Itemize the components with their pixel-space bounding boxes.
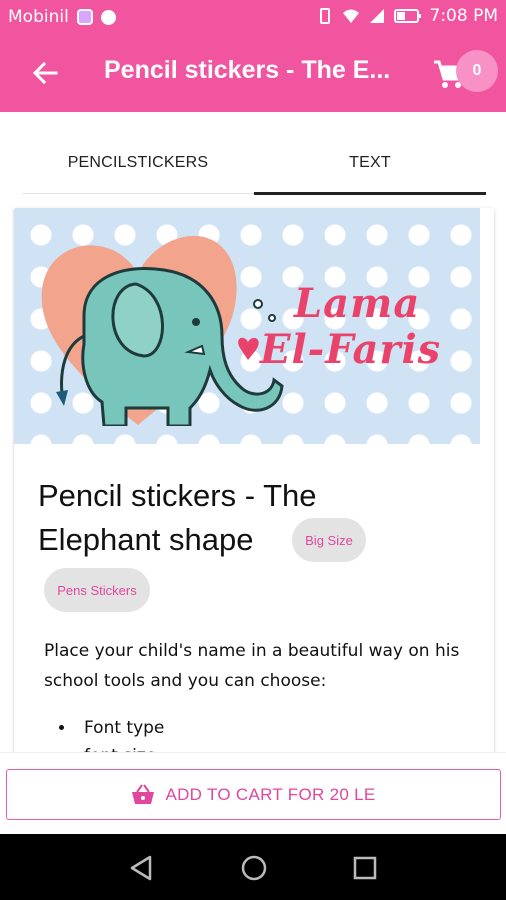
add-to-cart-button[interactable]: ADD TO CART FOR 20 LE — [6, 769, 501, 820]
app-bar: Pencil stickers - The E... 0 — [0, 36, 506, 112]
battery-icon — [393, 9, 421, 23]
bottom-bar: ADD TO CART FOR 20 LE — [0, 752, 506, 834]
product-card: Lama El-Faris Pencil stickers - The Elep… — [14, 208, 494, 768]
nav-home-icon[interactable] — [240, 854, 268, 882]
cart-count-badge[interactable]: 0 — [456, 50, 498, 92]
vibrate-icon — [319, 8, 330, 24]
banner-name-line1: Lama — [294, 280, 421, 327]
nav-back-icon[interactable] — [128, 854, 156, 882]
nav-recents-icon[interactable] — [353, 856, 377, 880]
whatsapp-notification-icon — [100, 9, 116, 25]
basket-icon — [132, 783, 155, 804]
page-title: Pencil stickers - The E... — [104, 56, 391, 84]
elephant-illustration — [56, 267, 284, 426]
product-description: Place your child's name in a beautiful w… — [44, 641, 460, 691]
system-navigation-bar — [0, 834, 506, 900]
signal-icon — [369, 9, 384, 23]
product-image: Lama El-Faris — [14, 208, 480, 444]
list-item: Font type — [76, 714, 164, 742]
wifi-icon — [342, 9, 359, 23]
chip-big-size[interactable]: Big Size — [292, 518, 366, 562]
tab-text[interactable]: TEXT — [254, 140, 486, 195]
add-to-cart-label: ADD TO CART FOR 20 LE — [165, 784, 376, 804]
tab-pencilstickers[interactable]: PENCILSTICKERS — [22, 140, 254, 194]
clock: 7:08 PM — [429, 6, 499, 26]
messenger-notification-icon — [76, 9, 93, 25]
back-arrow-icon[interactable] — [28, 56, 62, 90]
banner-name-line2: El-Faris — [260, 326, 442, 373]
carrier-name: Mobinil — [8, 7, 69, 27]
status-bar: Mobinil 7:08 PM — [0, 0, 506, 36]
chip-pens-stickers[interactable]: Pens Stickers — [44, 568, 150, 612]
tab-bar: PENCILSTICKERS TEXT — [22, 140, 486, 195]
